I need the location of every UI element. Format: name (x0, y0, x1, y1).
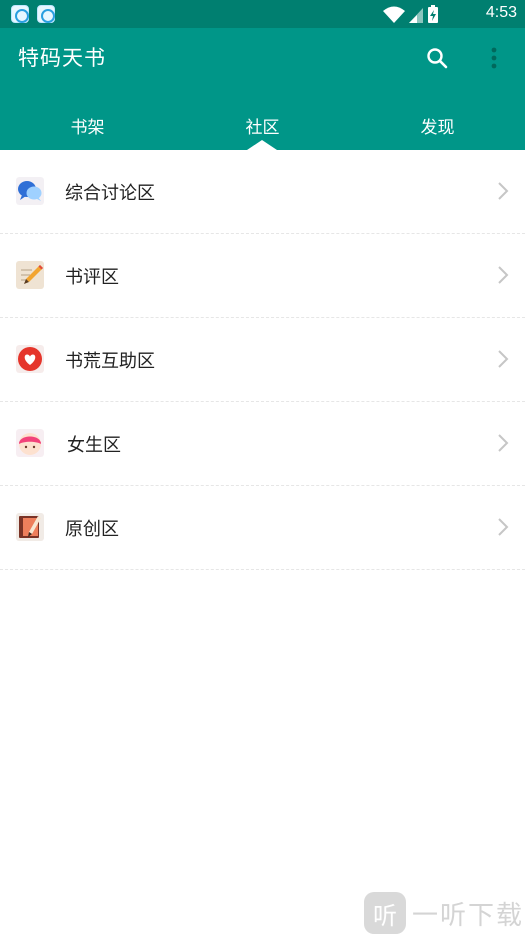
app-title: 特码天书 (18, 46, 106, 70)
search-icon (427, 48, 448, 69)
chevron-right-icon (498, 350, 509, 368)
list-item-book-review[interactable]: 书评区 (0, 234, 525, 318)
heart-icon (16, 345, 44, 373)
list-item-label: 女生区 (67, 435, 121, 456)
book-pen-icon (16, 513, 44, 541)
list-item-label: 书评区 (65, 267, 119, 288)
battery-charging-icon (428, 5, 438, 23)
app-notification-icon (11, 5, 29, 23)
signal-icon (409, 8, 423, 23)
watermark-logo: 听 (364, 892, 406, 934)
status-icons (383, 5, 438, 23)
list-item-girls[interactable]: 女生区 (0, 402, 525, 486)
list-item-label: 书荒互助区 (65, 351, 155, 372)
watermark-text: 一听下载 (412, 900, 525, 931)
tab-discover[interactable]: 发现 (350, 100, 525, 150)
more-options-button[interactable] (476, 40, 512, 76)
chevron-right-icon (498, 182, 509, 200)
chat-bubbles-icon (16, 177, 44, 205)
status-bar: 4:53 (0, 0, 525, 28)
wifi-icon (383, 6, 405, 23)
search-button[interactable] (419, 40, 455, 76)
more-vert-icon (491, 47, 497, 69)
watermark: 听 一听下载 (364, 891, 525, 935)
pencil-note-icon (16, 261, 44, 289)
tab-indicator (247, 140, 277, 150)
tab-bookshelf[interactable]: 书架 (0, 100, 175, 150)
chevron-right-icon (498, 434, 509, 452)
list-item-label: 综合讨论区 (65, 183, 155, 204)
app-notification-icon (37, 5, 55, 23)
girl-face-icon (16, 429, 44, 457)
chevron-right-icon (498, 518, 509, 536)
community-list: 综合讨论区 书评区 书荒互助区 女生区 原创区 (0, 150, 525, 570)
status-time: 4:53 (485, 4, 517, 21)
list-item-label: 原创区 (65, 519, 119, 540)
list-item-general-discussion[interactable]: 综合讨论区 (0, 150, 525, 234)
app-bar: 特码天书 书架 社区 发现 (0, 28, 525, 150)
list-item-book-shortage-help[interactable]: 书荒互助区 (0, 318, 525, 402)
chevron-right-icon (498, 266, 509, 284)
list-item-original[interactable]: 原创区 (0, 486, 525, 570)
